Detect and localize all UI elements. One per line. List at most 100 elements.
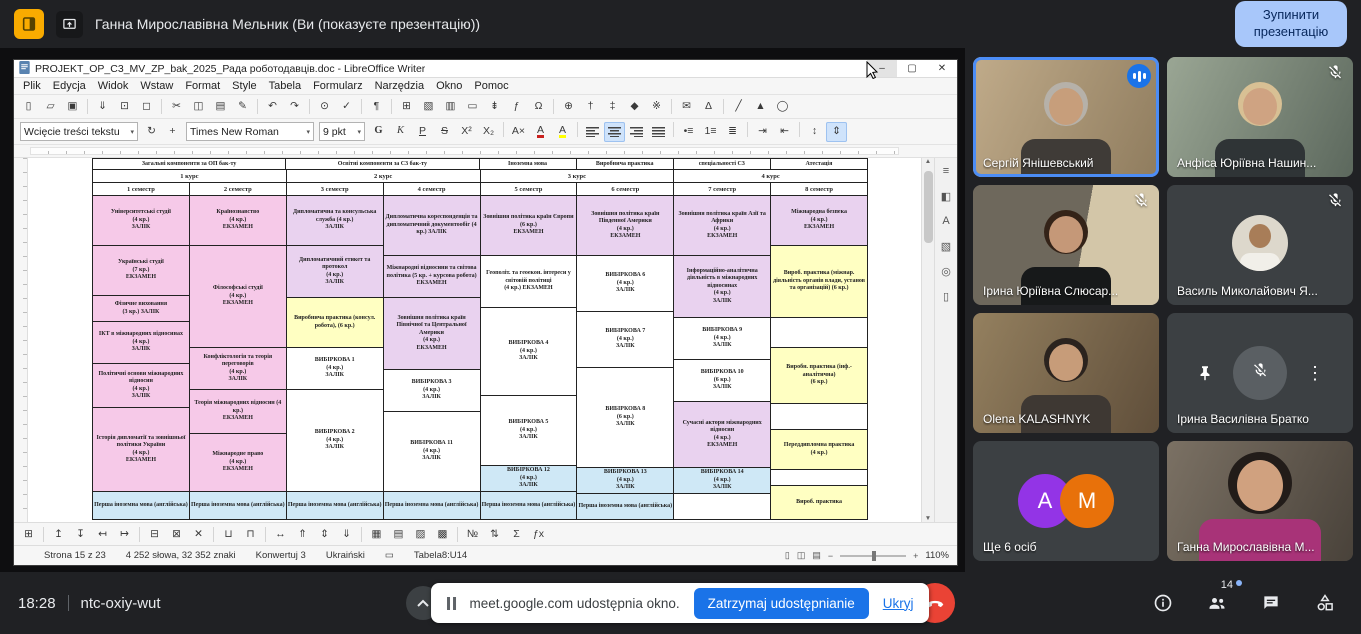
line-spacing-button[interactable]: ⇕ xyxy=(826,122,847,142)
participant-tile-5[interactable]: Olena KALASHNYK xyxy=(973,313,1159,433)
participant-tile-3[interactable]: Ірина Юріївна Слюсар... xyxy=(973,185,1159,305)
pause-sharing-icon[interactable] xyxy=(447,597,456,610)
people-button[interactable] xyxy=(1205,591,1229,615)
update-style-button[interactable]: ↻ xyxy=(141,122,162,142)
menu-widok[interactable]: Widok xyxy=(92,80,135,92)
align-left-button[interactable] xyxy=(582,122,603,142)
new-document-button[interactable]: ▯ xyxy=(18,97,39,117)
strikethrough-button[interactable]: S xyxy=(434,122,455,142)
insert-row-below-button[interactable]: ↧ xyxy=(70,524,91,544)
increase-indent-button[interactable]: ⇥ xyxy=(752,122,773,142)
paragraph-spacing-button[interactable]: ↕ xyxy=(804,122,825,142)
paste-button[interactable]: ▤ xyxy=(210,97,231,117)
book-view-button[interactable]: ▤ xyxy=(812,550,821,561)
center-vertically-button[interactable]: ⇕ xyxy=(314,524,335,544)
horizontal-ruler[interactable] xyxy=(14,145,957,158)
track-changes-button[interactable]: Δ xyxy=(698,97,719,117)
split-cells-button[interactable]: ⊓ xyxy=(240,524,261,544)
menu-plik[interactable]: Plik xyxy=(17,80,47,92)
menu-edycja[interactable]: Edycja xyxy=(47,80,92,92)
copy-button[interactable]: ◫ xyxy=(188,97,209,117)
selection-mode-icon[interactable]: ▭ xyxy=(385,550,394,561)
properties-button[interactable]: ◧ xyxy=(937,188,955,204)
page-style[interactable]: Konwertuj 3 xyxy=(256,550,306,561)
close-button[interactable]: ✕ xyxy=(927,60,957,77)
vertical-ruler[interactable] xyxy=(14,158,28,522)
bullet-list-button[interactable]: •≡ xyxy=(678,122,699,142)
maximize-button[interactable]: ▢ xyxy=(897,60,927,77)
insert-field-button[interactable]: ƒ xyxy=(506,97,527,117)
participant-tile-2[interactable]: Анфіса Юріївна Нашин... xyxy=(1167,57,1353,177)
bold-button[interactable]: G xyxy=(368,122,389,142)
sidebar-menu-button[interactable]: ≡ xyxy=(937,163,955,179)
insert-chart-button[interactable]: ▥ xyxy=(440,97,461,117)
zoom-slider[interactable] xyxy=(840,555,906,557)
sum-button[interactable]: Σ xyxy=(506,524,527,544)
stop-sharing-button[interactable]: Zatrzymaj udostępnianie xyxy=(694,588,869,619)
formatting-marks-button[interactable]: ¶ xyxy=(366,97,387,117)
gallery-button[interactable]: ▧ xyxy=(937,238,955,254)
insert-row-above-button[interactable]: ↥ xyxy=(48,524,69,544)
insert-footnote-button[interactable]: † xyxy=(580,97,601,117)
single-page-view-button[interactable]: ▯ xyxy=(785,550,790,561)
print-preview-button[interactable]: ◻ xyxy=(136,97,157,117)
insert-line-button[interactable]: ╱ xyxy=(728,97,749,117)
optimize-size-button[interactable]: ↔ xyxy=(270,524,291,544)
scrollbar-thumb[interactable] xyxy=(924,171,933,243)
open-file-button[interactable]: ▱ xyxy=(40,97,61,117)
insert-table2-button[interactable]: ⊞ xyxy=(18,524,39,544)
text-language[interactable]: Ukraiński xyxy=(326,550,365,561)
insert-bookmark-button[interactable]: ◆ xyxy=(624,97,645,117)
align-right-button[interactable] xyxy=(626,122,647,142)
insert-cross-reference-button[interactable]: ※ xyxy=(646,97,667,117)
insert-comment-button[interactable]: ✉ xyxy=(676,97,697,117)
insert-textbox-button[interactable]: ▭ xyxy=(462,97,483,117)
activities-button[interactable] xyxy=(1313,591,1337,615)
font-color-button[interactable]: A xyxy=(530,122,551,142)
zoom-in-button[interactable]: + xyxy=(913,551,918,561)
zoom-slider-knob[interactable] xyxy=(872,551,876,561)
participant-tile-8[interactable]: Ганна Мирославівна М... xyxy=(1167,441,1353,561)
find-replace-button[interactable]: ⊙ xyxy=(314,97,335,117)
menu-narzędzia[interactable]: Narzędzia xyxy=(369,80,431,92)
writer-title-bar[interactable]: PROJEKT_OP_C3_MV_ZP_bak_2025_Рада робото… xyxy=(14,60,957,78)
word-count[interactable]: 4 252 słowa, 32 352 znaki xyxy=(126,550,236,561)
zoom-level[interactable]: 110% xyxy=(925,550,949,561)
participant-tile-6[interactable]: ⋮Ірина Василівна Братко xyxy=(1167,313,1353,433)
show-draw-functions-button[interactable]: ◯ xyxy=(772,97,793,117)
stop-presentation-button[interactable]: Зупинити презентацію xyxy=(1235,1,1347,47)
outline-list-button[interactable]: ≣ xyxy=(722,122,743,142)
merge-cells-button[interactable]: ⊔ xyxy=(218,524,239,544)
spelling-button[interactable]: ✓ xyxy=(336,97,357,117)
italic-button[interactable]: K xyxy=(390,122,411,142)
minimize-button[interactable]: – xyxy=(867,60,897,77)
navigator-button[interactable]: ◎ xyxy=(937,263,955,279)
delete-table-button[interactable]: ✕ xyxy=(188,524,209,544)
number-format-button[interactable]: № xyxy=(462,524,483,544)
pin-button[interactable] xyxy=(1193,361,1217,385)
info-button[interactable] xyxy=(1151,591,1175,615)
print-button[interactable]: ⊡ xyxy=(114,97,135,117)
underline-button[interactable]: P xyxy=(412,122,433,142)
menu-okno[interactable]: Okno xyxy=(430,80,468,92)
subscript-button[interactable]: X₂ xyxy=(478,122,499,142)
highlight-color-button[interactable]: A xyxy=(552,122,573,142)
menu-pomoc[interactable]: Pomoc xyxy=(468,80,514,92)
font-name-combo[interactable]: Times New Roman ▾ xyxy=(186,122,314,141)
insert-endnote-button[interactable]: ‡ xyxy=(602,97,623,117)
insert-special-character-button[interactable]: Ω xyxy=(528,97,549,117)
border-color-button[interactable]: ▨ xyxy=(410,524,431,544)
basic-shapes-button[interactable]: ▲ xyxy=(750,97,771,117)
align-center-button[interactable] xyxy=(604,122,625,142)
menu-tabela[interactable]: Tabela xyxy=(263,80,307,92)
insert-hyperlink-button[interactable]: ⊕ xyxy=(558,97,579,117)
hide-banner-link[interactable]: Ukryj xyxy=(883,596,914,611)
new-style-button[interactable]: + xyxy=(162,122,183,142)
clone-formatting-button[interactable]: ✎ xyxy=(232,97,253,117)
multi-page-view-button[interactable]: ◫ xyxy=(797,550,806,561)
sort-button[interactable]: ⇅ xyxy=(484,524,505,544)
participant-tile-4[interactable]: Василь Миколайович Я... xyxy=(1167,185,1353,305)
insert-column-left-button[interactable]: ↤ xyxy=(92,524,113,544)
menu-wstaw[interactable]: Wstaw xyxy=(134,80,179,92)
superscript-button[interactable]: X² xyxy=(456,122,477,142)
